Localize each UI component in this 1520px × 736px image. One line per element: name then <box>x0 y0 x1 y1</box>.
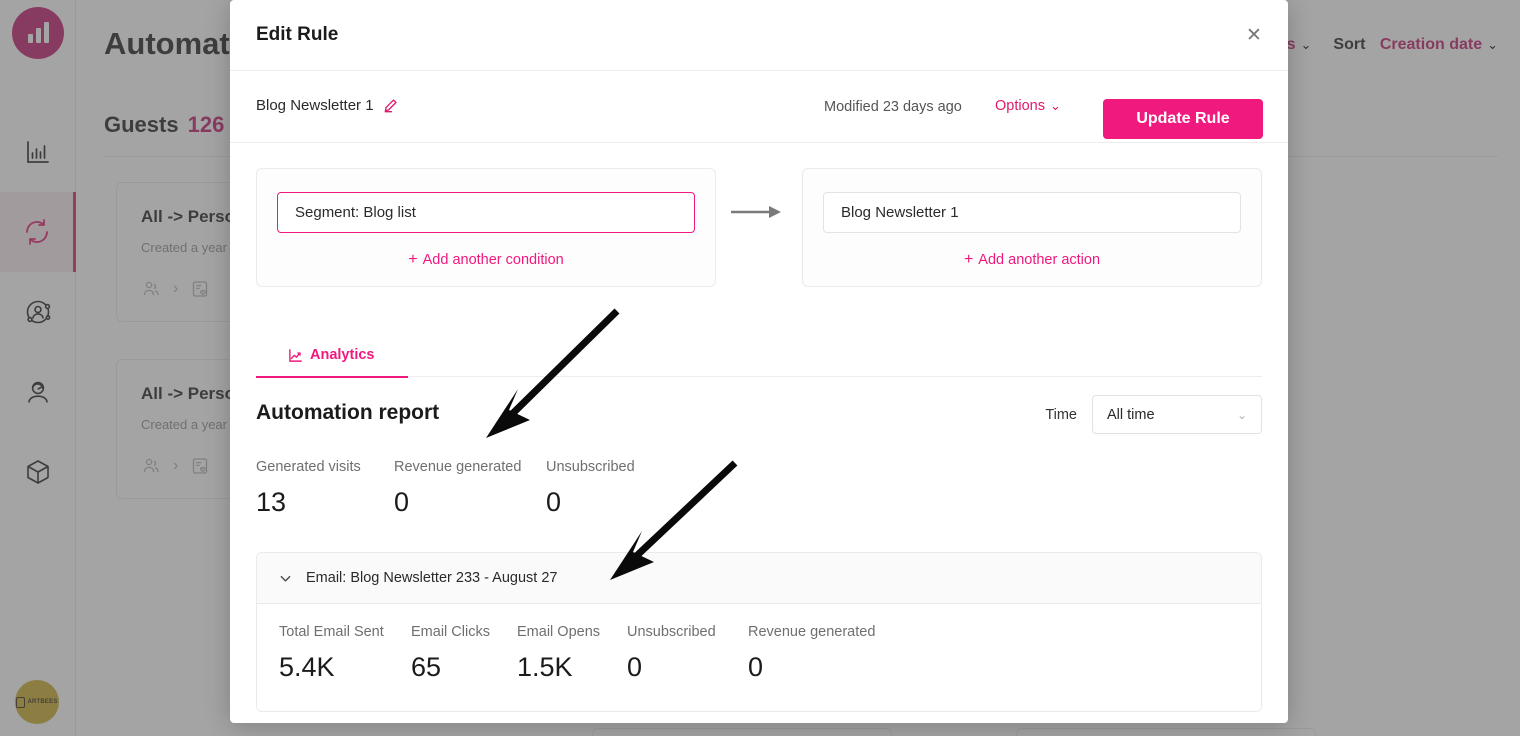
stat-label: Revenue generated <box>748 624 876 640</box>
stat-revenue-generated: Revenue generated 0 <box>748 624 908 683</box>
stat-value: 13 <box>256 487 287 517</box>
tab-analytics-label: Analytics <box>310 347 375 363</box>
time-filter: Time All time ⌄ <box>1045 395 1262 434</box>
stat-email-opens: Email Opens 1.5K <box>517 624 627 683</box>
stat-label: Email Clicks <box>411 624 490 640</box>
rule-name-row: Blog Newsletter 1 <box>256 97 398 114</box>
stat-email-clicks: Email Clicks 65 <box>411 624 517 683</box>
stat-total-email-sent: Total Email Sent 5.4K <box>279 624 411 683</box>
stat-value: 1.5K <box>517 652 573 682</box>
plus-icon: + <box>963 251 974 268</box>
email-accordion-header[interactable]: Email: Blog Newsletter 233 - August 27 <box>257 553 1261 604</box>
chevron-down-icon: ⌄ <box>1236 407 1247 422</box>
add-condition-button[interactable]: + Add another condition <box>277 251 695 269</box>
condition-box: Segment: Blog list + Add another conditio… <box>256 168 716 287</box>
chevron-down-icon: ⌄ <box>1049 98 1061 113</box>
stat-value: 0 <box>748 652 764 682</box>
stat-unsubscribed: Unsubscribed 0 <box>627 624 748 683</box>
report-stats: Generated visits 13 Revenue generated 0 … <box>256 459 1262 518</box>
rule-name-text: Blog Newsletter 1 <box>256 97 374 114</box>
action-chip[interactable]: Blog Newsletter 1 <box>823 192 1241 233</box>
stat-label: Total Email Sent <box>279 624 384 640</box>
stat-label: Revenue generated <box>394 459 522 475</box>
stat-value: 0 <box>627 652 643 682</box>
stat-label: Generated visits <box>256 459 361 475</box>
close-icon[interactable]: ✕ <box>1240 21 1268 49</box>
arrow-right-icon <box>731 205 781 218</box>
report-header: Automation report Time All time ⌄ <box>256 395 1262 437</box>
time-label: Time <box>1045 406 1077 423</box>
stat-label: Unsubscribed <box>546 459 635 475</box>
modal-header: Edit Rule ✕ <box>230 0 1288 71</box>
update-rule-button[interactable]: Update Rule <box>1103 99 1263 139</box>
tab-analytics[interactable]: Analytics <box>256 333 409 378</box>
tab-bar: Analytics <box>256 333 1262 378</box>
stat-value: 0 <box>546 487 562 517</box>
time-range-select[interactable]: All time ⌄ <box>1092 395 1262 434</box>
chevron-down-icon <box>280 575 291 582</box>
modal-body: Segment: Blog list + Add another conditio… <box>230 168 1288 712</box>
line-chart-icon <box>289 348 302 362</box>
flow-arrow-icon <box>716 191 802 232</box>
stat-value: 5.4K <box>279 652 335 682</box>
rule-flow: Segment: Blog list + Add another conditio… <box>256 168 1262 287</box>
action-box: Blog Newsletter 1 + Add another action <box>802 168 1262 287</box>
stat-label: Email Opens <box>517 624 601 640</box>
screen: Automations es⌄ Sort Creation date⌄ Gues… <box>0 0 1520 736</box>
modified-timestamp: Modified 23 days ago <box>824 99 962 115</box>
stat-generated-visits: Generated visits 13 <box>256 459 394 518</box>
modal-title: Edit Rule <box>256 24 339 45</box>
edit-pencil-icon[interactable] <box>383 98 398 113</box>
stat-revenue-generated: Revenue generated 0 <box>394 459 546 518</box>
plus-icon: + <box>408 251 418 268</box>
edit-rule-modal: Edit Rule ✕ Blog Newsletter 1 Modified 2… <box>230 0 1288 723</box>
stat-unsubscribed: Unsubscribed 0 <box>546 459 696 518</box>
email-stats: Total Email Sent 5.4K Email Clicks 65 Em… <box>257 604 1261 711</box>
add-action-button[interactable]: + Add another action <box>823 251 1241 269</box>
options-dropdown[interactable]: Options ⌄ <box>995 98 1061 114</box>
condition-chip[interactable]: Segment: Blog list <box>277 192 695 233</box>
time-range-value: All time <box>1107 406 1155 423</box>
email-accordion-label: Email: Blog Newsletter 233 - August 27 <box>306 570 558 586</box>
email-report-panel: Email: Blog Newsletter 233 - August 27 T… <box>256 552 1262 712</box>
stat-value: 0 <box>394 487 410 517</box>
stat-value: 65 <box>411 652 442 682</box>
modal-subheader: Blog Newsletter 1 Modified 23 days ago O… <box>230 71 1288 143</box>
stat-label: Unsubscribed <box>627 624 716 640</box>
